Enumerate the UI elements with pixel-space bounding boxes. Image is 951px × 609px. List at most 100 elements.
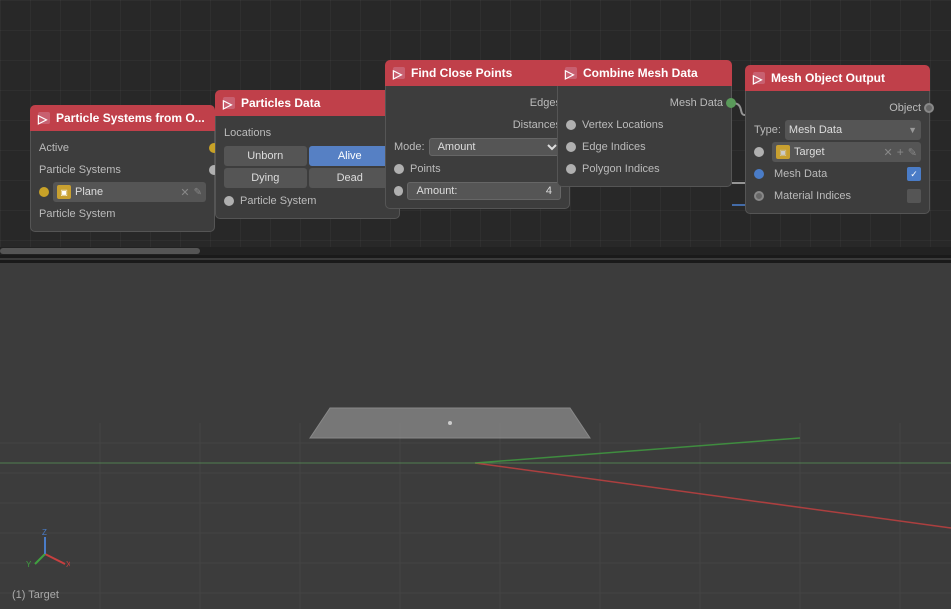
target-clear-icon[interactable]: ✕ [884,146,893,159]
target-icon: ▣ [776,145,790,159]
material-indices-socket[interactable] [754,191,764,201]
alive-button[interactable]: Alive [309,146,392,166]
node-combine-mesh-header: ▷ Combine Mesh Data [557,60,732,86]
particle-systems-icon: ▷ [38,112,50,124]
mesh-data-output-label: Mesh Data [670,97,723,109]
node-particle-systems: ▷ Particle Systems from O... Active Part… [30,105,215,232]
find-close-icon: ▷ [393,67,405,79]
polygon-indices-label: Polygon Indices [582,163,660,175]
panel-divider[interactable] [0,255,951,263]
dead-button[interactable]: Dead [309,168,392,188]
node-mesh-object-output: ▷ Mesh Object Output Object Type: Mesh D… [745,65,930,214]
particles-data-icon: ▷ [223,97,235,109]
viewport-status: (1) Target [12,589,59,601]
type-label: Type: [754,124,781,136]
node-mesh-output-header: ▷ Mesh Object Output [745,65,930,91]
node-combine-mesh-title: Combine Mesh Data [583,66,698,80]
svg-text:X: X [66,560,70,569]
viewport-3d[interactable]: + User Ortho [0,263,951,609]
axis-widget: X Y Z [20,529,70,579]
mode-label: Mode: [394,141,425,153]
locations-row: Locations [216,122,399,144]
viewport-grid [0,263,951,609]
particle-systems-label: Particle Systems [39,164,121,176]
object-label: Object [889,102,921,114]
node-particles-data: ▷ Particles Data Locations Unborn Alive … [215,90,400,219]
node-mesh-output-title: Mesh Object Output [771,71,885,85]
mesh-data-socket-right[interactable] [726,98,736,108]
target-text: Target [794,146,825,158]
locations-label: Locations [224,127,271,139]
combine-mesh-icon: ▷ [565,67,577,79]
mesh-data-checkbox[interactable]: ✓ [907,167,921,181]
node-combine-mesh-body: Mesh Data Vertex Locations Edge Indices … [557,86,732,187]
amount-value: 4 [546,185,552,197]
node-particles-data-body: Locations Unborn Alive Dying Dead Partic… [215,116,400,219]
edges-row: Edges [386,92,569,114]
node-combine-mesh-data: ▷ Combine Mesh Data Mesh Data Vertex Loc… [557,60,732,187]
state-buttons: Unborn Alive [224,146,391,166]
material-indices-checkbox[interactable] [907,189,921,203]
plane-input-row: ▣ Plane ✕ ✎ [31,181,214,203]
plane-clear-icon[interactable]: ✕ [180,186,189,199]
node-particles-data-title: Particles Data [241,96,320,110]
mode-row: Mode: Amount Distance [386,136,569,158]
plane-socket-left[interactable] [39,187,49,197]
points-row: Points [386,158,569,180]
particles-socket-left[interactable] [224,196,234,206]
vertex-locations-row: Vertex Locations [558,114,731,136]
mode-select[interactable]: Amount Distance [429,138,561,156]
type-row: Type: Mesh Data ▼ [746,119,929,141]
svg-text:Z: Z [42,529,47,537]
dying-button[interactable]: Dying [224,168,307,188]
target-socket-left[interactable] [754,147,764,157]
polygon-indices-row: Polygon Indices [558,158,731,180]
particle-system-input-row: Particle System [216,190,399,212]
edge-indices-row: Edge Indices [558,136,731,158]
scrollbar-thumb[interactable] [0,248,200,254]
target-input[interactable]: ▣ Target ✕ + ✎ [772,142,921,162]
node-particle-systems-title: Particle Systems from O... [56,111,205,125]
particle-systems-row: Particle Systems [31,159,214,181]
unborn-button[interactable]: Unborn [224,146,307,166]
node-particle-systems-body: Active Particle Systems ▣ Plane ✕ ✎ Part… [30,131,215,232]
amount-input[interactable]: Amount: 4 [407,182,561,200]
mesh-output-icon: ▷ [753,72,765,84]
object-row: Object [746,97,929,119]
node-editor[interactable]: ▷ Particle Systems from O... Active Part… [0,0,951,255]
points-socket-left[interactable] [394,164,404,174]
material-indices-label: Material Indices [774,190,851,202]
node-find-close-title: Find Close Points [411,66,512,80]
plane-icon: ▣ [57,185,71,199]
state-buttons-2: Dying Dead [224,168,391,188]
plane-edit-icon[interactable]: ✎ [194,187,202,198]
plane-input[interactable]: ▣ Plane ✕ ✎ [53,182,206,202]
type-select[interactable]: Mesh Data ▼ [785,120,921,140]
target-add-icon[interactable]: + [897,145,904,159]
distances-row: Distances [386,114,569,136]
target-pick-icon[interactable]: ✎ [908,146,917,159]
mesh-data-input-socket[interactable] [754,169,764,179]
polygon-socket-left[interactable] [566,164,576,174]
type-value: Mesh Data [789,124,842,136]
plane-text: Plane [75,186,176,198]
node-particles-data-header: ▷ Particles Data [215,90,400,116]
active-row: Active [31,137,214,159]
vertex-locations-label: Vertex Locations [582,119,663,131]
edge-indices-label: Edge Indices [582,141,646,153]
particle-system-label-row: Particle System [31,203,214,225]
amount-label: Amount: [416,185,457,197]
particle-system-label: Particle System [39,208,115,220]
edge-indices-socket-left[interactable] [566,142,576,152]
node-find-close-header: ▷ Find Close Points [385,60,570,86]
node-editor-scrollbar[interactable] [0,247,951,255]
object-socket-right[interactable] [924,103,934,113]
vertex-socket-left[interactable] [566,120,576,130]
amount-socket-left[interactable] [394,186,403,196]
mesh-data-input-label: Mesh Data [774,168,827,180]
amount-row: Amount: 4 [386,180,569,202]
node-find-close-points: ▷ Find Close Points Edges Distances Mode… [385,60,570,209]
node-particle-systems-header: ▷ Particle Systems from O... [30,105,215,131]
mesh-data-input-row: Mesh Data ✓ [746,163,929,185]
svg-text:Y: Y [26,560,32,569]
